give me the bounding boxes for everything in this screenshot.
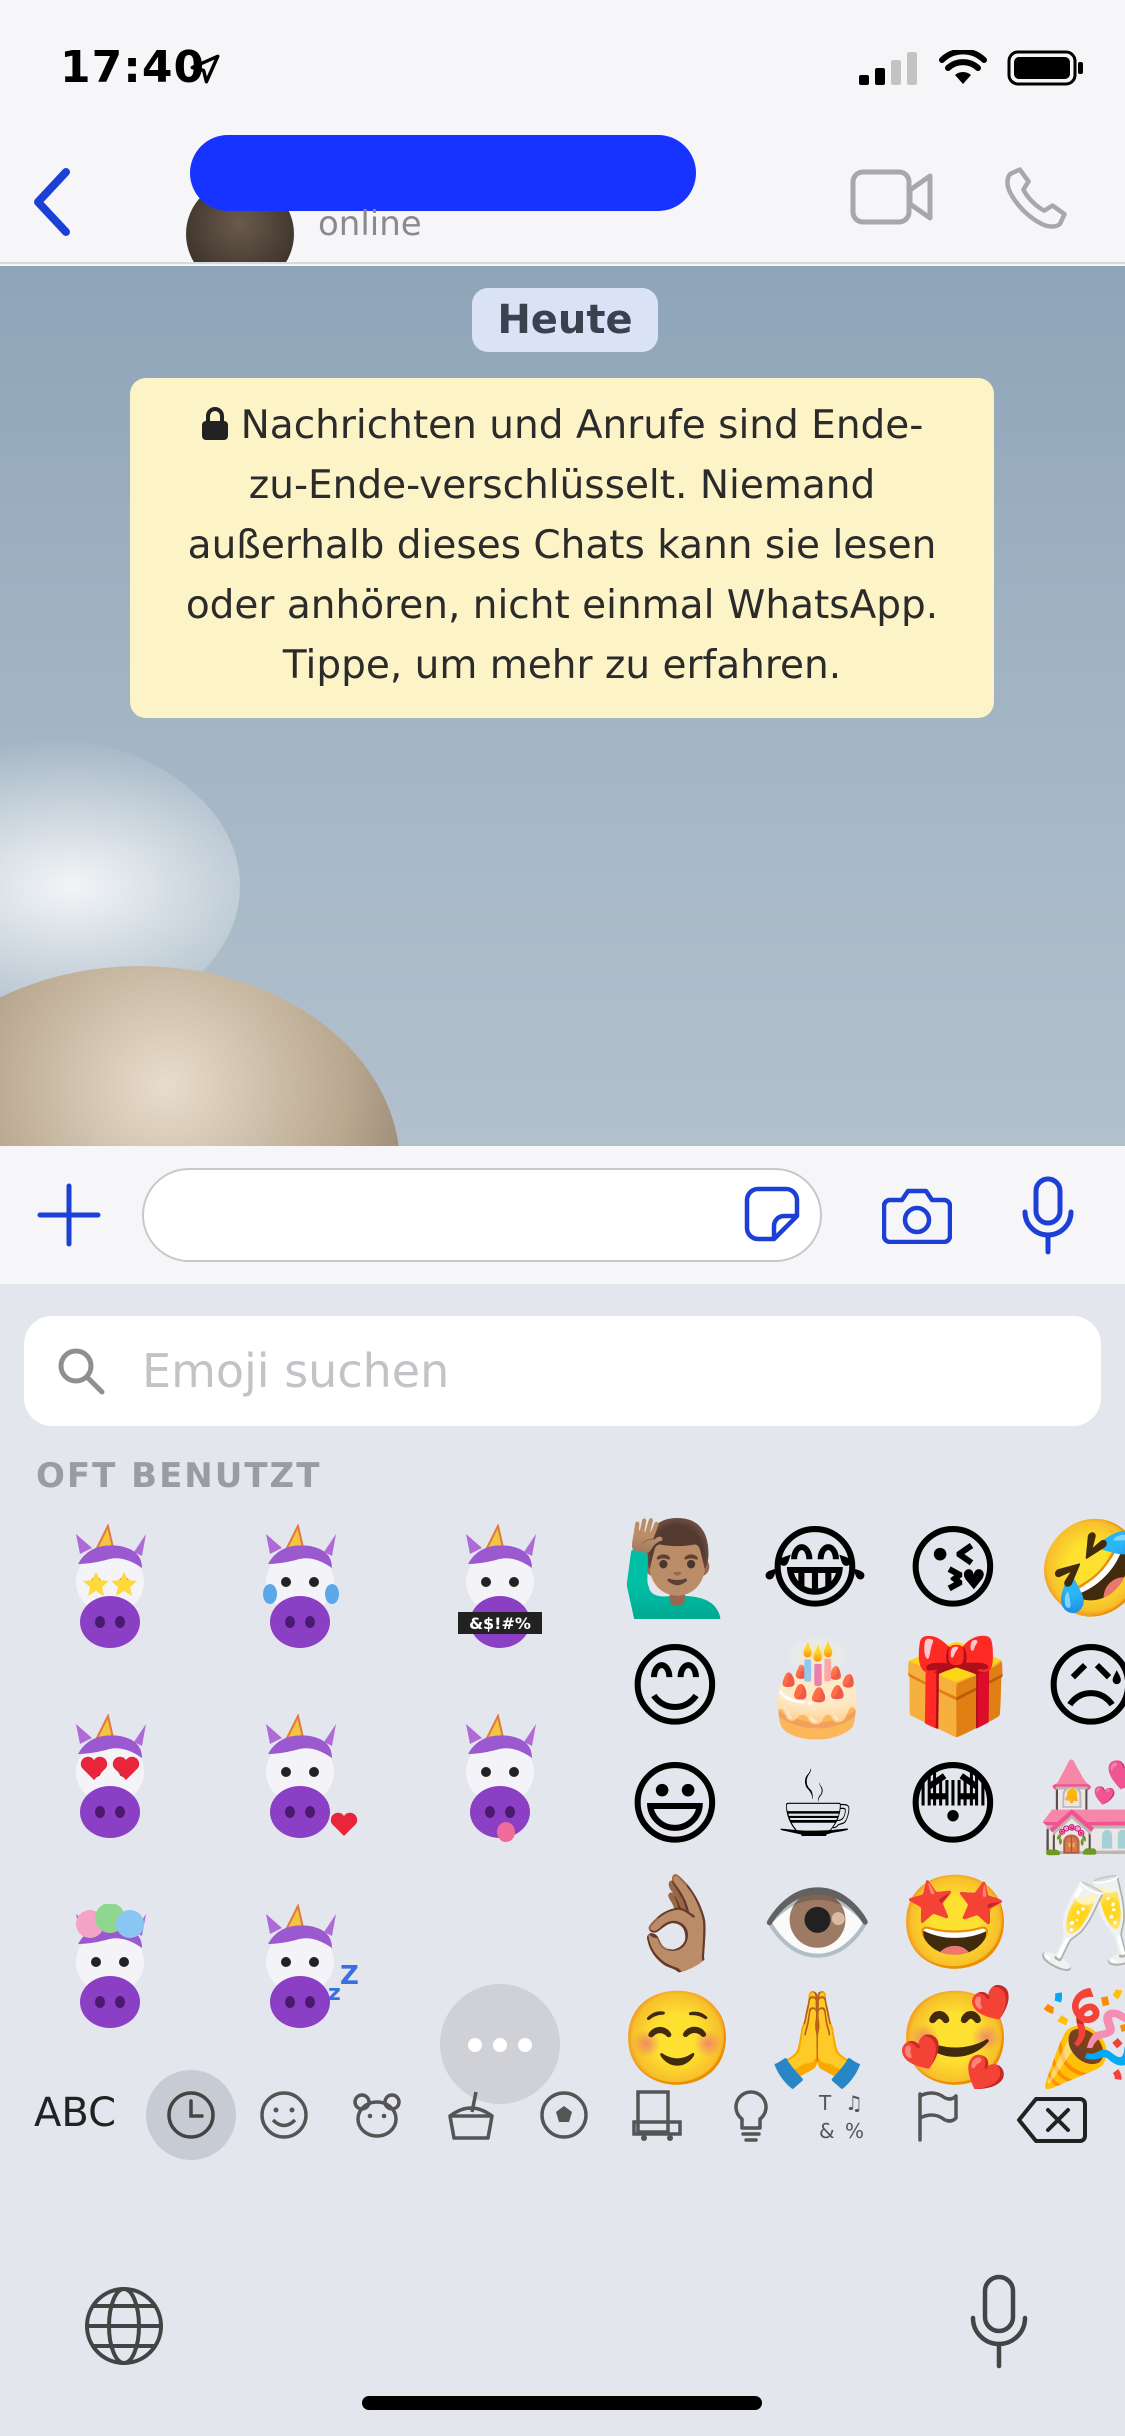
emoji-category-bar: ABC T ♫ & % — [0, 2060, 1125, 2170]
wallpaper-planet — [0, 966, 400, 1146]
status-bar: 17:40 — [0, 0, 1125, 132]
back-button[interactable] — [20, 162, 90, 242]
voice-call-button[interactable] — [1000, 162, 1072, 234]
smiley-icon[interactable] — [255, 2086, 313, 2144]
notice-line-5: Tippe, um mehr zu erfahren. — [282, 643, 842, 688]
emoji-cell[interactable]: ☕ — [760, 1750, 870, 1860]
frequently-used-label: OFT BENUTZT — [36, 1456, 322, 1496]
emoji-cell[interactable]: 🙋🏽‍♂️ — [620, 1514, 735, 1624]
emoji-cell[interactable]: 😳 — [898, 1750, 1008, 1860]
emoji-cell[interactable]: 🥂 — [1036, 1868, 1125, 1978]
backspace-icon[interactable] — [1016, 2096, 1088, 2144]
composer-bar — [0, 1146, 1125, 1284]
attach-plus-button[interactable] — [36, 1182, 102, 1248]
contact-name-redacted[interactable] — [190, 135, 696, 211]
emoji-cell[interactable]: 👁️ — [760, 1868, 875, 1978]
svg-text:Z: Z — [340, 1961, 359, 1991]
encryption-notice[interactable]: Nachrichten und Anrufe sind Ende- zu-End… — [130, 378, 994, 718]
date-chip: Heute — [472, 288, 658, 352]
objects-icon[interactable] — [722, 2086, 780, 2144]
emoji-cell[interactable]: 😂 — [760, 1514, 870, 1624]
recents-icon[interactable] — [162, 2086, 220, 2144]
svg-text:T: T — [818, 2091, 832, 2115]
emoji-cell[interactable]: 😘 — [898, 1514, 1008, 1624]
notice-line-1: Nachrichten und Anrufe sind Ende- — [160, 396, 964, 456]
memoji-unicorn-tongue[interactable] — [440, 1714, 560, 1844]
activity-icon[interactable] — [535, 2086, 593, 2144]
flags-icon[interactable] — [908, 2086, 966, 2144]
emoji-cell[interactable]: 😊 — [620, 1632, 730, 1742]
message-input[interactable] — [142, 1168, 822, 1262]
animals-icon[interactable] — [348, 2086, 406, 2144]
emoji-cell[interactable]: 🤩 — [898, 1868, 1013, 1978]
chat-background: Heute Nachrichten und Anrufe sind Ende- … — [0, 266, 1125, 1146]
svg-text:&: & — [819, 2119, 835, 2143]
contact-status: online — [318, 204, 422, 244]
globe-icon[interactable] — [82, 2284, 166, 2368]
cellular-signal-icon — [859, 52, 917, 85]
emoji-cell[interactable]: 😃 — [620, 1750, 730, 1860]
notice-line-2: zu-Ende-verschlüsselt. Niemand — [248, 463, 876, 508]
home-indicator — [362, 2396, 762, 2410]
emoji-cell[interactable]: 💒 — [1036, 1750, 1125, 1860]
battery-icon — [1007, 50, 1083, 86]
emoji-cell[interactable]: 😥 — [1036, 1632, 1125, 1742]
emoji-cell[interactable]: 🤣 — [1036, 1514, 1125, 1624]
travel-icon[interactable] — [628, 2086, 686, 2144]
status-time: 17:40 — [60, 42, 206, 93]
voice-message-button[interactable] — [1020, 1176, 1076, 1256]
memoji-unicorn-sleeping[interactable]: z Z — [240, 1904, 360, 2034]
chat-header: online — [0, 132, 1125, 264]
emoji-search-placeholder: Emoji suchen — [142, 1344, 450, 1398]
location-arrow-icon — [190, 54, 220, 84]
symbols-icon[interactable]: T ♫ & % — [815, 2086, 873, 2144]
memoji-unicorn-laughing-tears[interactable] — [240, 1524, 360, 1654]
memoji-unicorn-star-eyes[interactable] — [50, 1524, 170, 1654]
memoji-unicorn-swearing[interactable]: &$!#% — [440, 1524, 560, 1654]
dictation-mic-icon[interactable] — [968, 2274, 1030, 2370]
emoji-cell[interactable]: 🎂 — [760, 1632, 875, 1742]
video-call-button[interactable] — [850, 166, 934, 228]
sticker-button[interactable] — [744, 1186, 800, 1242]
emoji-cell[interactable]: 🎁 — [898, 1632, 1013, 1742]
abc-button[interactable]: ABC — [34, 2090, 116, 2136]
search-icon — [58, 1348, 105, 1395]
memoji-unicorn-heart-eyes[interactable] — [50, 1714, 170, 1844]
emoji-cell[interactable]: 👌🏽 — [620, 1868, 735, 1978]
lock-icon — [201, 407, 228, 440]
notice-line-3: außerhalb dieses Chats kann sie lesen — [187, 523, 937, 568]
status-indicators — [859, 50, 1085, 86]
swear-text: &$!#% — [469, 1614, 531, 1633]
camera-button[interactable] — [882, 1186, 952, 1244]
emoji-search-field[interactable]: Emoji suchen — [24, 1316, 1101, 1426]
memoji-unicorn-mind-blown[interactable] — [50, 1904, 170, 2034]
food-icon[interactable] — [442, 2086, 500, 2144]
notice-text-1: Nachrichten und Anrufe sind Ende- — [240, 403, 924, 448]
notice-line-4: oder anhören, nicht einmal WhatsApp. — [185, 583, 939, 628]
svg-text:%: % — [845, 2119, 864, 2143]
svg-text:♫: ♫ — [845, 2091, 863, 2115]
emoji-keyboard: Emoji suchen OFT BENUTZT — [0, 1284, 1125, 2436]
memoji-unicorn-kiss[interactable] — [240, 1714, 360, 1844]
wifi-icon — [939, 50, 987, 84]
svg-text:z: z — [328, 1981, 341, 2006]
